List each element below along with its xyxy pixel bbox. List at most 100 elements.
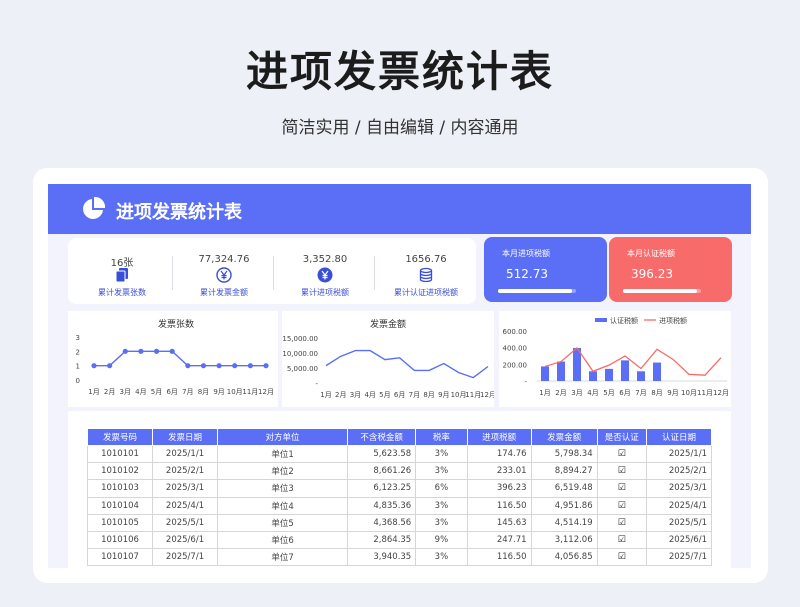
table-cell: 145.63 <box>466 513 532 532</box>
checkbox-icon[interactable]: ☑ <box>596 530 647 550</box>
table-cell: 2025/3/1 <box>152 479 219 498</box>
x-tick-label: 1月 <box>320 391 331 399</box>
column-header[interactable]: 发票日期 <box>152 428 219 446</box>
checkbox-icon[interactable]: ☑ <box>596 444 647 464</box>
kpi-label: 本月进项税额 <box>502 249 550 258</box>
table-cell: 3% <box>415 444 468 464</box>
series-line <box>544 347 722 376</box>
x-tick-label: 11月 <box>697 389 713 397</box>
kpi-progress-fill <box>623 289 698 293</box>
x-tick-label: 4月 <box>135 388 146 396</box>
table-row[interactable]: 1010104 2025/4/1 单位4 4,835.36 3% 116.50 4,951.… <box>86 496 713 515</box>
table-row[interactable]: 1010105 2025/5/1 单位5 4,368.56 3% 145.63 4,514.… <box>86 513 713 532</box>
table-cell: 2025/6/1 <box>645 530 713 550</box>
table-cell: 6% <box>415 479 468 498</box>
column-header[interactable]: 发票金额 <box>530 428 598 446</box>
table-cell: 单位3 <box>217 479 349 498</box>
table-cell: 3% <box>415 496 468 515</box>
table-row[interactable]: 1010106 2025/6/1 单位6 2,864.35 9% 247.71 3,112.… <box>86 530 713 550</box>
yen-coin-icon <box>317 267 333 283</box>
table-cell: 2025/4/1 <box>645 496 713 515</box>
table-cell: 单位6 <box>217 530 349 550</box>
column-header[interactable]: 不含税金额 <box>347 428 417 446</box>
y-tick-label: 200.00 <box>503 361 528 369</box>
stat-label: 累计进项税额 <box>301 288 349 297</box>
checkbox-icon[interactable]: ☑ <box>596 479 647 498</box>
table-body: 1010101 2025/1/1 单位1 5,623.58 3% 174.76 5,798.… <box>86 444 713 567</box>
checkbox-icon[interactable]: ☑ <box>596 548 647 567</box>
column-header[interactable]: 认证日期 <box>645 428 713 446</box>
kpi-progress-bar <box>498 289 576 293</box>
y-tick-label: - <box>315 380 318 388</box>
x-tick-label: 7月 <box>409 391 420 399</box>
table-cell: 1010101 <box>86 444 154 464</box>
table-cell: 247.71 <box>466 530 532 550</box>
data-point <box>200 363 207 369</box>
y-tick-label: 10,000.00 <box>282 350 318 358</box>
checkbox-icon[interactable]: ☑ <box>596 496 647 515</box>
data-point <box>263 363 269 369</box>
data-point <box>122 348 128 354</box>
database-icon <box>419 267 433 283</box>
x-tick-label: 11月 <box>242 388 258 396</box>
y-tick-label: 3 <box>76 334 80 342</box>
column-header[interactable]: 税率 <box>415 428 468 446</box>
column-header[interactable]: 对方单位 <box>217 428 349 446</box>
y-tick-label: 0 <box>76 377 80 385</box>
x-tick-label: 12月 <box>480 391 494 399</box>
table-row[interactable]: 1010107 2025/7/1 单位7 3,940.35 3% 116.50 4,056.… <box>86 548 713 567</box>
kpi-value: 396.23 <box>631 267 673 281</box>
table-cell: 2,864.35 <box>347 530 417 550</box>
x-tick-label: 10月 <box>451 391 467 399</box>
x-tick-label: 9月 <box>667 389 678 397</box>
stat-label: 累计认证进项税额 <box>394 288 458 297</box>
table-cell: 2025/7/1 <box>152 548 219 567</box>
stat-certified-tax: 1656.76 累计认证进项税额 <box>376 238 476 304</box>
table-row[interactable]: 1010103 2025/3/1 单位3 6,123.25 6% 396.23 6,519.… <box>86 479 713 498</box>
table-cell: 233.01 <box>466 462 532 481</box>
column-header[interactable]: 是否认证 <box>596 428 647 446</box>
y-tick-label: 5,000.00 <box>287 365 318 373</box>
table-cell: 116.50 <box>466 496 532 515</box>
table-row[interactable]: 1010102 2025/2/1 单位2 8,661.26 3% 233.01 8,894.… <box>86 462 713 481</box>
table-cell: 2025/7/1 <box>645 548 713 567</box>
hero-title: 进项发票统计表 <box>245 47 554 96</box>
x-tick-label: 12月 <box>713 389 729 397</box>
checkbox-icon[interactable]: ☑ <box>596 513 647 532</box>
chart-invoice-amount: 发票金额 -5,000.00 10,000.00 15,000.00 1月 2月 3月 4月… <box>282 311 494 407</box>
bar <box>653 362 661 381</box>
column-header[interactable]: 进项税额 <box>466 428 532 446</box>
y-tick-label: 1 <box>76 363 80 371</box>
table-cell: 8,894.27 <box>530 462 598 481</box>
table-cell: 2025/1/1 <box>645 444 713 464</box>
spreadsheet-sheet: 进项发票统计表 16张 累计发票张数 77,324.76 累计发票金额 3,35… <box>48 184 751 568</box>
invoice-amount-line-chart: - 5,000.00 10,000.00 15,000.00 1月 2月 3月 4月 5月 6月 7… <box>282 335 494 399</box>
bar <box>557 361 565 381</box>
table-cell: 4,951.86 <box>530 496 598 515</box>
bar <box>621 360 629 381</box>
checkbox-icon[interactable]: ☑ <box>596 462 647 481</box>
y-tick-label: 2 <box>76 348 80 356</box>
table-cell: 单位2 <box>217 462 349 481</box>
sheet-banner: 进项发票统计表 <box>48 184 751 234</box>
table-cell: 174.76 <box>466 444 532 464</box>
table-cell: 单位4 <box>217 496 349 515</box>
table-cell: 4,835.36 <box>347 496 417 515</box>
x-tick-label: 7月 <box>635 389 646 397</box>
x-tick-label: 4月 <box>587 389 598 397</box>
x-tick-label: 5月 <box>379 391 390 399</box>
kpi-label: 本月认证税额 <box>627 249 675 258</box>
x-tick-label: 11月 <box>465 391 481 399</box>
invoice-stack-icon <box>115 268 128 283</box>
table-row[interactable]: 1010101 2025/1/1 单位1 5,623.58 3% 174.76 5,798.… <box>86 444 713 464</box>
x-tick-label: 8月 <box>651 389 662 397</box>
table-cell: 2025/5/1 <box>152 513 219 532</box>
column-header[interactable]: 发票号码 <box>86 428 154 446</box>
x-tick-label: 7月 <box>182 388 193 396</box>
pie-chart-icon <box>83 196 106 219</box>
y-tick-label: 600.00 <box>503 328 528 336</box>
tax-bar-line-chart: - 200.00 400.00 600.00 1月 2月 3月 4月 5月 6月 7月 8月 9月 10月… <box>503 316 729 397</box>
invoice-table-panel: 发票号码 发票日期 对方单位 不含税金额 税率 进项税额 发票金额 是否认证 认证日期 1010… <box>68 411 731 568</box>
x-tick-label: 2月 <box>104 388 115 396</box>
table-cell: 6,519.48 <box>530 479 598 498</box>
